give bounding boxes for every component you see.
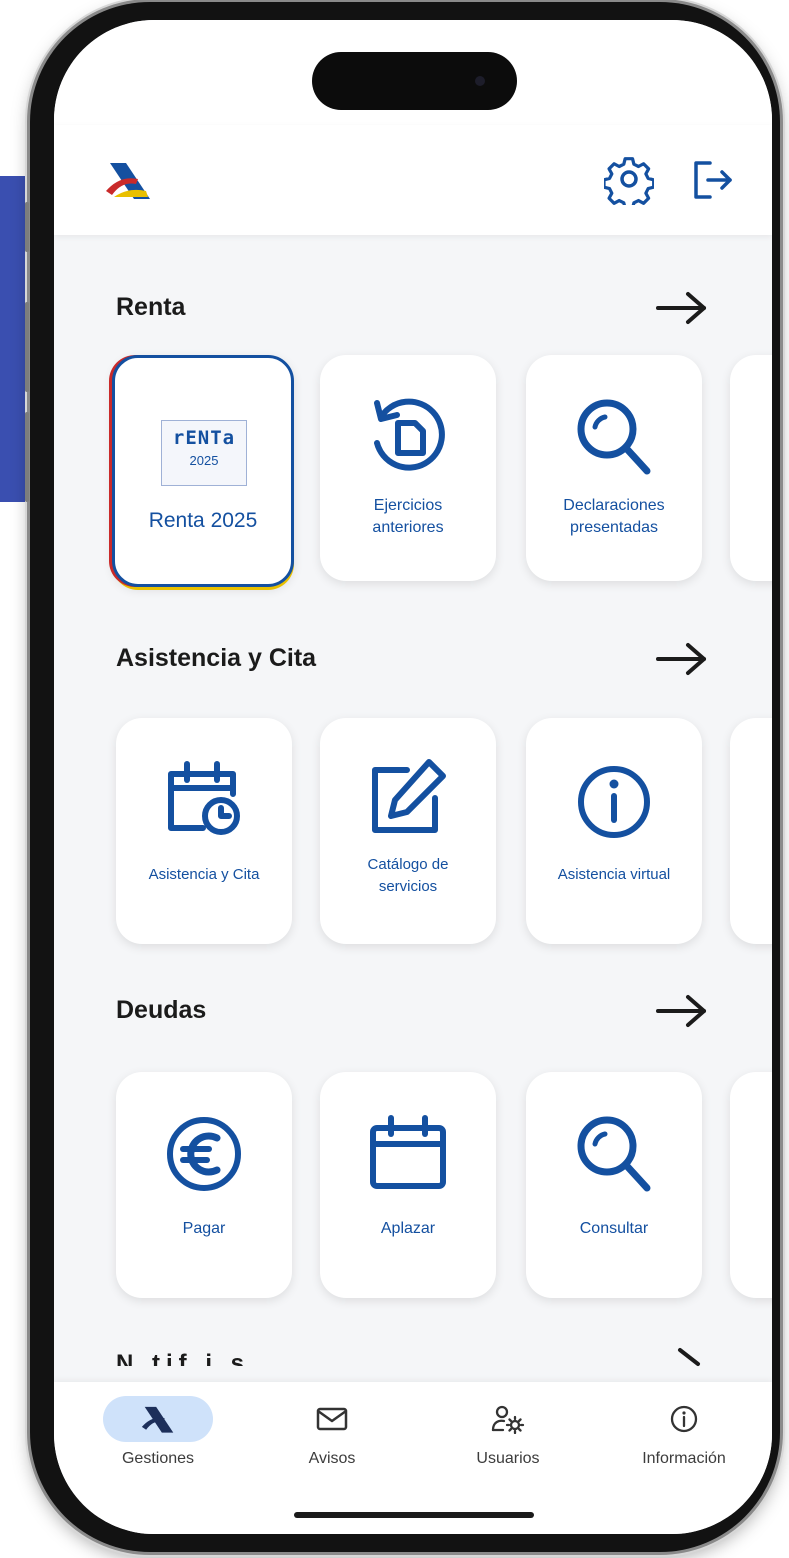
tile-declaraciones-presentadas[interactable]: Declaraciones presentadas [526, 355, 702, 581]
tile-asistencia-virtual[interactable]: Asistencia virtual [526, 718, 702, 944]
tile-peek[interactable] [730, 355, 772, 581]
magnifier-icon [577, 1116, 651, 1192]
tile-label-line1: Declaraciones [563, 497, 665, 514]
tile-label: Pagar [182, 1220, 226, 1237]
arrow-right-icon[interactable] [652, 991, 712, 1031]
tile-asistencia-cita[interactable]: Asistencia y Cita [116, 718, 292, 944]
nav-active-indicator [103, 1396, 213, 1442]
nav-label: Avisos [308, 1450, 356, 1467]
side-button-silent [25, 202, 29, 252]
gear-icon[interactable] [604, 155, 654, 205]
nav-item-usuarios[interactable]: Usuarios [438, 1396, 578, 1486]
tile-label: Consultar [579, 1220, 649, 1237]
tile-label: Asistencia y Cita [148, 866, 260, 883]
nav-icon-wrap [629, 1396, 739, 1442]
arrow-right-icon[interactable] [676, 1346, 706, 1370]
arrow-right-icon[interactable] [652, 288, 712, 328]
nav-icon-wrap [277, 1396, 387, 1442]
nav-item-informacion[interactable]: Información [614, 1396, 754, 1486]
dynamic-island [312, 52, 517, 110]
side-button-volume-up [25, 302, 29, 392]
app-screen: Renta rENTa 2025 Renta 2025 Ejercicios a… [54, 20, 772, 1534]
euro-circle-icon [167, 1117, 241, 1191]
tile-label-line1: Ejercicios [373, 497, 443, 514]
section-title-asistencia: Asistencia y Cita [116, 644, 317, 672]
camera-icon [475, 76, 485, 86]
nav-label: Gestiones [121, 1450, 195, 1467]
info-circle-icon [670, 1405, 698, 1433]
agencia-tributaria-logo [141, 1406, 174, 1433]
section-title-cutoff: N tif i s [116, 1350, 251, 1366]
edit-square-icon [372, 759, 446, 833]
nav-item-avisos[interactable]: Avisos [262, 1396, 402, 1486]
tile-label-line1: Catálogo de [367, 856, 449, 873]
tile-label: Catálogo de servicios [326, 854, 490, 898]
section-title-deudas: Deudas [116, 996, 207, 1024]
renta-logo-word: rENTa [172, 427, 236, 449]
tile-peek[interactable] [730, 1072, 772, 1298]
status-bar [54, 20, 772, 125]
tile-aplazar[interactable]: Aplazar [320, 1072, 496, 1298]
mail-icon [316, 1407, 348, 1431]
tile-label: Declaraciones presentadas [532, 495, 696, 539]
logout-icon[interactable] [688, 157, 738, 203]
nav-label: Usuarios [476, 1450, 540, 1467]
calendar-icon [370, 1115, 446, 1189]
tile-label-line2: anteriores [372, 519, 444, 536]
nav-icon-wrap [453, 1396, 563, 1442]
renta-logo-year: 2025 [189, 453, 219, 468]
tile-label: Ejercicios anteriores [326, 495, 490, 539]
user-gear-icon [491, 1405, 525, 1434]
tile-label-line2: servicios [378, 878, 438, 895]
info-circle-icon [578, 766, 650, 838]
arrow-right-icon[interactable] [652, 639, 712, 679]
agencia-tributaria-logo[interactable] [102, 157, 158, 203]
home-indicator[interactable] [294, 1512, 534, 1518]
calendar-clock-icon [168, 761, 240, 835]
side-button-volume-down [25, 412, 29, 502]
tile-label: Aplazar [380, 1220, 436, 1237]
tile-consultar[interactable]: Consultar [526, 1072, 702, 1298]
tile-pagar[interactable]: Pagar [116, 1072, 292, 1298]
tile-ejercicios-anteriores[interactable]: Ejercicios anteriores [320, 355, 496, 581]
renta-2025-logo: rENTa 2025 [161, 420, 247, 486]
tile-label: Asistencia virtual [557, 866, 671, 883]
magnifier-icon [577, 399, 651, 475]
tile-renta-2025[interactable]: rENTa 2025 Renta 2025 [112, 355, 294, 587]
section-title-renta: Renta [116, 293, 186, 321]
tile-peek[interactable] [730, 718, 772, 944]
tile-label: Renta 2025 [148, 509, 258, 532]
nav-label: Información [642, 1450, 726, 1467]
tile-catalogo-servicios[interactable]: Catálogo de servicios [320, 718, 496, 944]
nav-item-gestiones[interactable]: Gestiones [88, 1396, 228, 1486]
app-bar [54, 125, 772, 235]
history-document-icon [374, 398, 445, 471]
tile-label-line2: presentadas [569, 519, 659, 536]
